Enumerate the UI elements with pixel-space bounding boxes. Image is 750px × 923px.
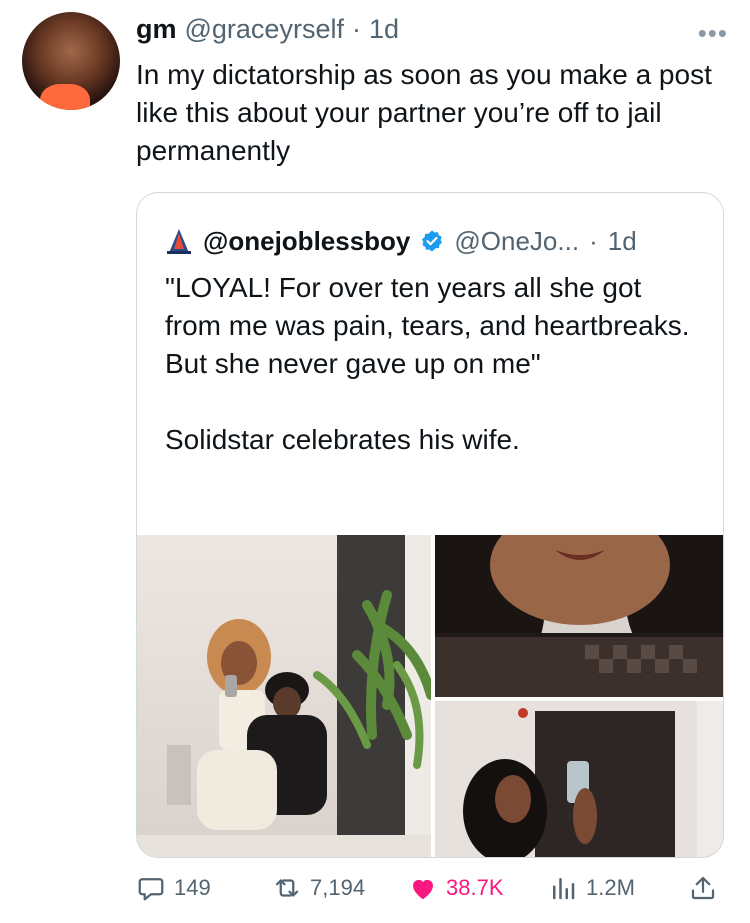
more-options-icon[interactable]: •••: [698, 20, 728, 46]
tweet-header: gm @graceyrself · 1d: [136, 14, 730, 54]
media-grid: [137, 535, 723, 857]
quoted-author-handle[interactable]: @OneJo...: [454, 226, 579, 257]
quoted-author-name[interactable]: @onejoblessboy: [203, 226, 410, 257]
reply-count: 149: [174, 875, 211, 900]
retweet-button[interactable]: 7,194: [272, 868, 365, 908]
couple-photo-illustration: [137, 535, 431, 857]
closeup-photo-illustration: [435, 535, 723, 697]
like-count: 38.7K: [446, 875, 504, 900]
quoted-paragraph-1: "LOYAL! For over ten years all she got f…: [165, 272, 690, 379]
views-count: 1.2M: [586, 875, 635, 900]
separator-dot: ·: [351, 14, 361, 44]
reply-icon: [138, 878, 164, 901]
share-button[interactable]: [688, 868, 718, 908]
media-photo-selfie[interactable]: [435, 701, 723, 857]
heart-icon: [413, 879, 433, 900]
retweet-icon: [275, 879, 299, 897]
selfie-photo-illustration: [435, 701, 723, 857]
tweet-actions-bar: 149 7,194 38.7K 1.2M: [136, 868, 726, 908]
author-avatar[interactable]: [22, 12, 120, 110]
quoted-tweet[interactable]: @onejoblessboy @OneJo... · 1d "LOYAL! Fo…: [136, 192, 724, 858]
quoted-tweet-header: @onejoblessboy @OneJo... · 1d: [165, 223, 709, 259]
media-photo-closeup[interactable]: [435, 535, 723, 697]
reply-button[interactable]: 149: [136, 868, 211, 908]
tweet-text: In my dictatorship as soon as you make a…: [136, 59, 712, 166]
media-photo-couple[interactable]: [137, 535, 431, 857]
quoted-author-avatar-icon[interactable]: [165, 227, 193, 255]
quoted-tweet-text: "LOYAL! For over ten years all she got f…: [165, 269, 705, 497]
quoted-timestamp[interactable]: 1d: [608, 226, 637, 257]
share-icon: [691, 876, 715, 900]
quoted-separator-dot: ·: [589, 225, 598, 256]
tweet-timestamp[interactable]: 1d: [369, 14, 399, 45]
retweet-count: 7,194: [310, 875, 366, 900]
verified-badge-icon: [422, 230, 443, 252]
like-button[interactable]: 38.7K: [408, 868, 504, 908]
avatar-shirt: [40, 84, 90, 110]
author-handle[interactable]: @graceyrself: [185, 14, 344, 45]
author-name[interactable]: gm: [136, 14, 177, 45]
views-chart-icon: [553, 878, 575, 900]
quoted-paragraph-2: Solidstar celebrates his wife.: [165, 424, 520, 455]
views-button[interactable]: 1.2M: [548, 868, 635, 908]
